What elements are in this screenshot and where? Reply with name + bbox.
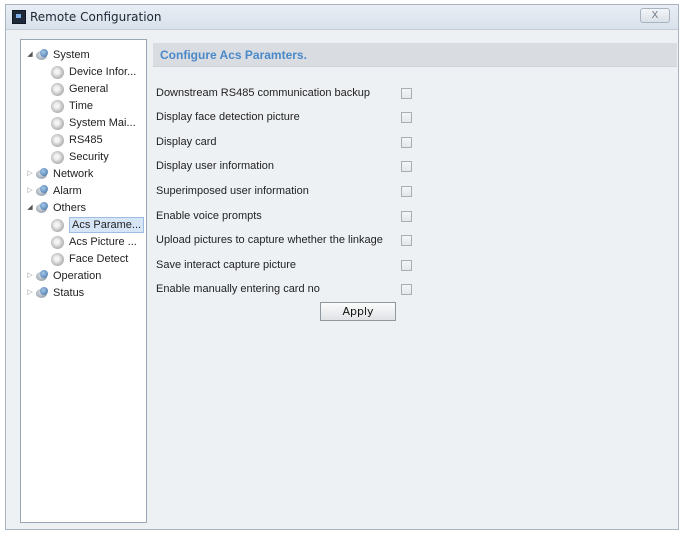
option-label: Superimposed user information bbox=[156, 185, 309, 197]
section-header: Configure Acs Paramters. bbox=[153, 43, 677, 67]
page-title: Configure Acs Paramters. bbox=[160, 48, 307, 62]
display-card-checkbox[interactable] bbox=[401, 137, 412, 148]
tree-item-label: System Mai... bbox=[69, 117, 136, 129]
apply-button[interactable]: Apply bbox=[320, 302, 396, 321]
tree-item-label: Security bbox=[69, 151, 109, 163]
tree-item-time[interactable]: Time bbox=[51, 98, 93, 114]
tree-item-label: Device Infor... bbox=[69, 66, 137, 78]
option-label: Downstream RS485 communication backup bbox=[156, 87, 370, 99]
expanded-arrow-icon[interactable]: ◢ bbox=[25, 47, 35, 63]
close-button[interactable]: X bbox=[640, 8, 670, 23]
save-interact-capture-checkbox[interactable] bbox=[401, 260, 412, 271]
collapsed-arrow-icon[interactable]: ▷ bbox=[25, 285, 35, 301]
tree-item-label: Operation bbox=[53, 270, 102, 282]
tree-item-rs485[interactable]: RS485 bbox=[51, 132, 103, 148]
tree-item-label: Network bbox=[53, 168, 94, 180]
collapsed-arrow-icon[interactable]: ▷ bbox=[25, 183, 35, 199]
gear-icon bbox=[51, 99, 64, 113]
tree-item-system-maintenance[interactable]: System Mai... bbox=[51, 115, 136, 131]
gear-icon bbox=[51, 252, 64, 266]
gear-icon bbox=[51, 235, 64, 249]
operation-folder-icon bbox=[35, 269, 49, 283]
tree-item-label: Others bbox=[53, 202, 87, 214]
enable-voice-prompts-checkbox[interactable] bbox=[401, 211, 412, 222]
downstream-rs485-backup-checkbox[interactable] bbox=[401, 88, 412, 99]
option-label: Save interact capture picture bbox=[156, 259, 297, 271]
remote-configuration-window: Remote Configuration X ◢ System Device I… bbox=[5, 4, 679, 530]
tree-item-label: System bbox=[53, 49, 90, 61]
tree-item-label: RS485 bbox=[69, 134, 103, 146]
upload-pictures-linkage-checkbox[interactable] bbox=[401, 235, 412, 246]
tree-item-face-detect[interactable]: Face Detect bbox=[51, 251, 128, 267]
gear-icon bbox=[51, 116, 64, 130]
window-title: Remote Configuration bbox=[30, 10, 162, 24]
title-bar: Remote Configuration X bbox=[6, 5, 678, 30]
collapsed-arrow-icon[interactable]: ▷ bbox=[25, 268, 35, 284]
superimposed-user-information-checkbox[interactable] bbox=[401, 186, 412, 197]
gear-icon bbox=[51, 133, 64, 147]
tree-item-status[interactable]: ▷ Status bbox=[25, 285, 84, 301]
config-tree: ◢ System Device Infor... General Time Sy… bbox=[20, 39, 147, 523]
option-label: Upload pictures to capture whether the l… bbox=[156, 234, 383, 246]
tree-item-acs-picture[interactable]: Acs Picture ... bbox=[51, 234, 137, 250]
network-folder-icon bbox=[35, 167, 49, 181]
others-folder-icon bbox=[35, 201, 49, 215]
option-label: Enable manually entering card no bbox=[156, 283, 320, 295]
option-label: Display face detection picture bbox=[156, 111, 300, 123]
option-label: Display user information bbox=[156, 160, 274, 172]
tree-item-system[interactable]: ◢ System bbox=[25, 47, 90, 63]
tree-item-label: Acs Picture ... bbox=[69, 236, 137, 248]
tree-item-label: Face Detect bbox=[69, 253, 129, 265]
acs-parameters-panel: Configure Acs Paramters. Downstream RS48… bbox=[147, 39, 678, 523]
system-folder-icon bbox=[35, 48, 49, 62]
tree-item-operation[interactable]: ▷ Operation bbox=[25, 268, 101, 284]
tree-item-device-info[interactable]: Device Infor... bbox=[51, 64, 136, 80]
tree-item-general[interactable]: General bbox=[51, 81, 108, 97]
option-label: Enable voice prompts bbox=[156, 210, 262, 222]
display-face-detection-checkbox[interactable] bbox=[401, 112, 412, 123]
tree-item-label: General bbox=[69, 83, 109, 95]
gear-icon bbox=[51, 82, 64, 96]
tree-item-label: Time bbox=[69, 100, 94, 112]
tree-item-others[interactable]: ◢ Others bbox=[25, 200, 86, 216]
alarm-folder-icon bbox=[35, 184, 49, 198]
tree-item-acs-parameters[interactable]: Acs Parame... bbox=[51, 217, 145, 233]
tree-item-label: Alarm bbox=[53, 185, 82, 197]
tree-item-network[interactable]: ▷ Network bbox=[25, 166, 93, 182]
collapsed-arrow-icon[interactable]: ▷ bbox=[25, 166, 35, 182]
tree-item-security[interactable]: Security bbox=[51, 149, 109, 165]
gear-icon bbox=[51, 218, 64, 232]
gear-icon bbox=[51, 65, 64, 79]
tree-item-label: Status bbox=[53, 287, 85, 299]
gear-icon bbox=[51, 150, 64, 164]
status-folder-icon bbox=[35, 286, 49, 300]
app-icon bbox=[12, 10, 26, 24]
display-user-information-checkbox[interactable] bbox=[401, 161, 412, 172]
tree-item-label: Acs Parame... bbox=[69, 217, 145, 233]
tree-item-alarm[interactable]: ▷ Alarm bbox=[25, 183, 82, 199]
expanded-arrow-icon[interactable]: ◢ bbox=[25, 200, 35, 216]
option-label: Display card bbox=[156, 136, 217, 148]
enable-manual-card-entry-checkbox[interactable] bbox=[401, 284, 412, 295]
